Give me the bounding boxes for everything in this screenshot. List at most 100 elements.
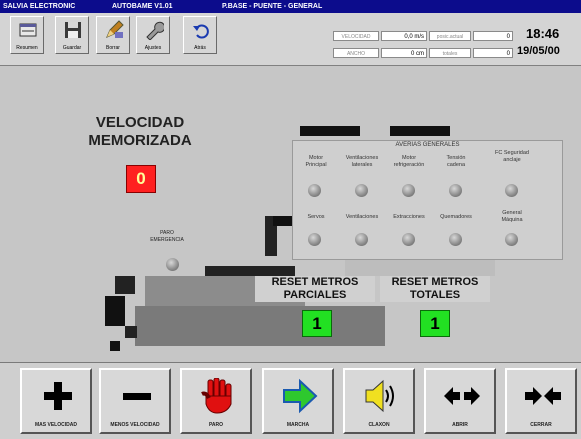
abrir-button[interactable]: ABRIR [424,368,496,434]
alarm-label-l1: Tensión [446,155,466,161]
menos-velocidad-label: MENOS VELOCIDAD [110,422,160,428]
posicion-field-label: posic.actual [429,31,471,41]
marcha-label: MARCHA [286,422,310,428]
resumen-label: Resumen [16,45,38,51]
alarm-label-l1: Motor [401,155,417,161]
paro-label-line1: PARO [160,230,174,236]
minus-icon [123,393,151,400]
alarm-indicator [355,233,368,246]
paro-label-line2: EMERGENCIA [150,237,184,243]
alarm-indicator [505,184,518,197]
velocidad-title-line1: VELOCIDAD [95,114,185,131]
alarm-label: Ventilaciones laterales [339,155,385,169]
alarm-label-l1: Ventilaciones [345,214,379,220]
alarm-label: FC Seguridad anclaje [489,150,535,164]
ajustes-label: Ajustes [144,45,162,51]
totales-field: 0 [473,48,513,58]
app-name: SALVIA ELECTRONIC [3,3,76,10]
alarm-label: Quemadores [433,214,479,221]
screen-name: P.BASE - PUENTE - GENERAL [222,3,323,10]
toolbar: Resumen Guardar Borrar Ajustes Atrás VEL… [0,13,581,66]
alarm-label-l2: anclaje [503,157,521,163]
pencil-icon [106,20,124,38]
alarm-indicator [505,233,518,246]
mas-velocidad-button[interactable]: MAS VELOCIDAD [20,368,92,434]
ajustes-button[interactable]: Ajustes [136,16,170,54]
alarm-label-l2: Principal [305,162,327,168]
window-icon [19,23,37,37]
arrows-together-icon [525,387,561,405]
alarm-label-l2: refrigeración [393,162,425,168]
paro-label: PARO [208,422,224,428]
reset-parciales-line1: RESET METROS [271,276,359,288]
control-bar: MAS VELOCIDAD MENOS VELOCIDAD PARO MARCH… [0,362,581,439]
alarm-label: Tensión cadena [433,155,479,169]
cerrar-label: CERRAR [530,422,552,428]
ancho-field: 0 cm [381,48,427,58]
alarm-indicator [308,184,321,197]
main-view: VELOCIDAD MEMORIZADA 0 PARO EMERGENCIA A… [0,66,581,362]
claxon-label: CLAXON [368,422,390,428]
alarm-indicator [402,184,415,197]
reset-totales-label: RESET METROS TOTALES [380,276,490,302]
undo-icon [193,24,209,39]
guardar-button[interactable]: Guardar [55,16,89,54]
alarm-label-l1: Quemadores [440,214,472,220]
alarm-label: Motor refrigeración [386,155,432,169]
alarm-label-l2: cadena [446,162,466,168]
alarm-label: Servos [293,214,339,221]
reset-parciales-line2: PARCIALES [283,289,347,301]
ancho-field-label: ANCHO [333,48,379,58]
paro-emergencia-indicator [166,258,179,271]
posicion-field: 0 [473,31,513,41]
resumen-button[interactable]: Resumen [10,16,44,54]
alarm-label-l1: General [502,210,522,216]
velocidad-memorizada-title: VELOCIDAD MEMORIZADA [75,114,205,150]
reset-totales-line1: RESET METROS [391,276,479,288]
velocidad-field-label: VELOCIDAD [333,31,379,41]
reset-totales-line2: TOTALES [409,289,461,301]
atras-button[interactable]: Atrás [183,16,217,54]
clock-time: 18:46 [526,26,560,41]
reset-parciales-button[interactable]: 1 [302,310,332,337]
reset-parciales-label: RESET METROS PARCIALES [255,276,375,302]
totales-field-label: totales [429,48,471,58]
menos-velocidad-button[interactable]: MENOS VELOCIDAD [99,368,171,434]
plus-icon [44,382,72,410]
alarm-label-l1: FC Seguridad [495,150,529,156]
arrow-right-icon [283,378,318,414]
claxon-button[interactable]: CLAXON [343,368,415,434]
paro-emergencia-label: PARO EMERGENCIA [137,230,197,244]
alarm-label-l1: Servos [307,214,325,220]
alarm-label: General Máquina [489,210,535,224]
alarm-indicator [308,233,321,246]
alarm-label-l1: Extracciones [393,214,425,220]
borrar-label: Borrar [106,45,120,51]
velocidad-field: 0,0 m/s [381,31,427,41]
save-icon [65,22,81,38]
averias-panel: AVERIAS GENERALES Motor Principal Ventila… [292,140,563,260]
alarm-label-l2: laterales [351,162,373,168]
marcha-button[interactable]: MARCHA [262,368,334,434]
clock-date: 19/05/00 [517,45,560,57]
borrar-button[interactable]: Borrar [96,16,130,54]
guardar-label: Guardar [62,45,82,51]
alarm-label: Extracciones [386,214,432,221]
atras-label: Atrás [194,45,206,51]
cerrar-button[interactable]: CERRAR [505,368,577,434]
stop-hand-icon [201,378,232,414]
alarm-label: Ventilaciones [339,214,385,221]
paro-button[interactable]: PARO [180,368,252,434]
alarm-label: Motor Principal [293,155,339,169]
velocidad-title-line2: MEMORIZADA [88,132,192,149]
title-bar: SALVIA ELECTRONIC AUTOBAME V1.01 P.BASE … [0,0,581,13]
alarm-indicator [355,184,368,197]
alarm-indicator [449,233,462,246]
wrench-icon [146,21,164,40]
reset-totales-button[interactable]: 1 [420,310,450,337]
velocidad-memorizada-value: 0 [126,165,156,193]
abrir-label: ABRIR [452,422,468,428]
alarm-label-l1: Ventilaciones [345,155,379,161]
alarm-indicator [449,184,462,197]
alarm-label-l2: Máquina [501,217,523,223]
